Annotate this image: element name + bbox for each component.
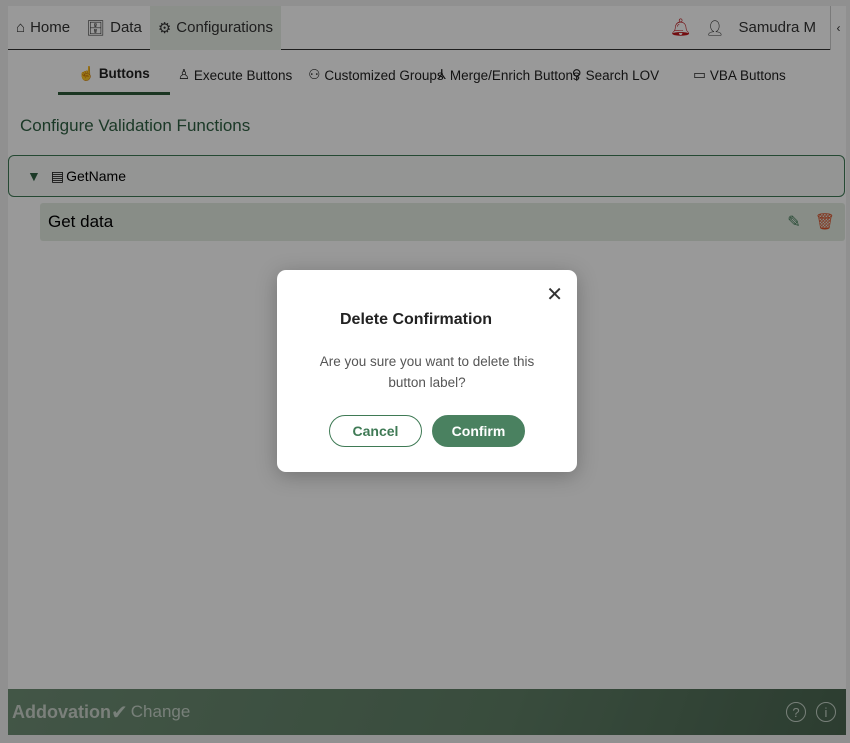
dialog-message: Are you sure you want to delete this but… <box>307 351 547 393</box>
confirm-button[interactable]: Confirm <box>432 415 525 447</box>
dialog-title: Delete Confirmation <box>255 311 577 329</box>
delete-confirmation-dialog: ✕ Delete Confirmation Are you sure you w… <box>277 270 577 472</box>
cancel-button[interactable]: Cancel <box>329 415 422 447</box>
close-icon[interactable]: ✕ <box>546 282 563 307</box>
